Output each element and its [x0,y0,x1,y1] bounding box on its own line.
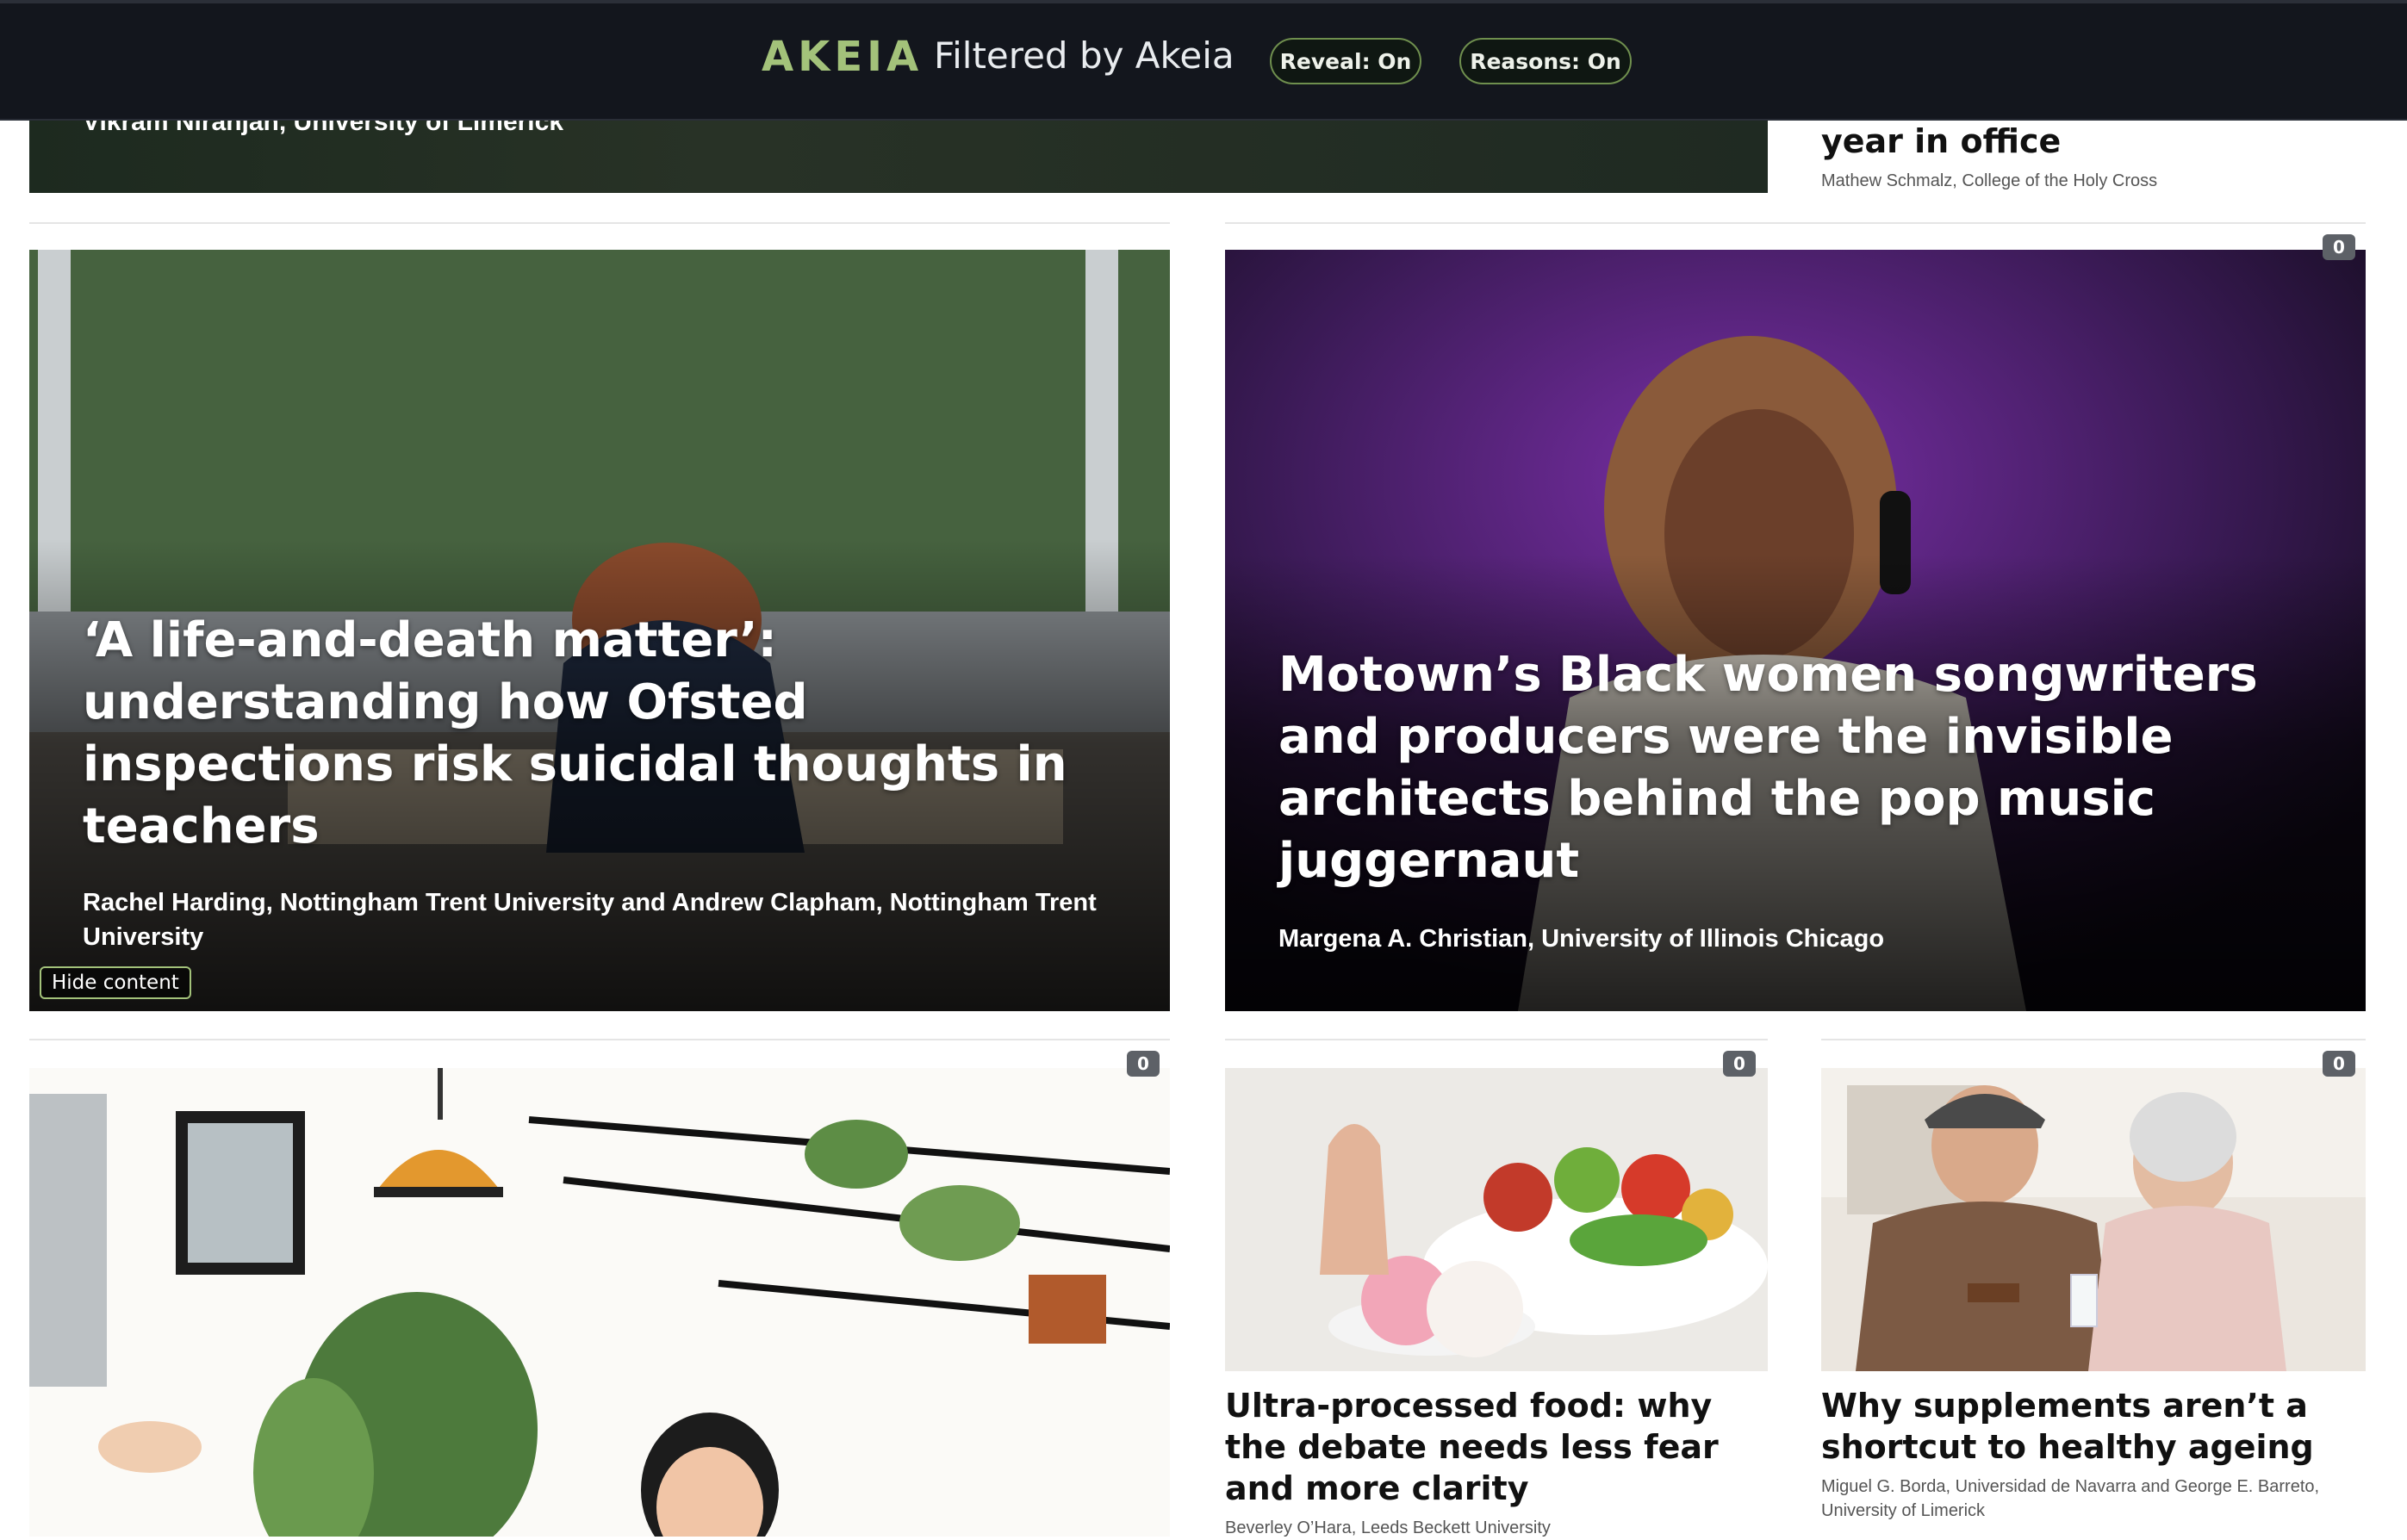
article-card-ofsted[interactable]: ‘A life-and-death matter’: understanding… [29,250,1170,1011]
article-author: Margena A. Christian, University of Illi… [1278,925,1885,953]
article-title[interactable]: Ultra-processed food: why the debate nee… [1225,1385,1768,1509]
elderly-couple-image [1821,1068,2366,1371]
akeia-filter-bar: AKEIA Filtered by Akeia Reveal: On Reaso… [0,0,2407,121]
article-card-illustration[interactable] [29,1068,1170,1537]
reasons-toggle-button[interactable]: Reasons: On [1459,38,1632,84]
article-title[interactable]: Why supplements aren’t a shortcut to hea… [1821,1385,2366,1468]
divider [1225,222,2366,224]
divider [1821,1039,2366,1040]
flag-count-badge: 0 [2323,1051,2355,1077]
divider [1225,1039,1768,1040]
partial-article-author: Mathew Schmalz, College of the Holy Cros… [1821,171,2158,190]
plants-illustration [29,1068,1170,1537]
article-image-food[interactable] [1225,1068,1768,1371]
filter-status-label: Filtered by Akeia [934,34,1235,77]
flag-count-badge: 0 [2323,234,2355,260]
divider [29,1039,1170,1040]
flag-count-badge: 0 [1127,1051,1160,1077]
image-gradient [1225,250,2366,1011]
article-author: Rachel Harding, Nottingham Trent Univers… [83,889,1097,951]
hide-content-button[interactable]: Hide content [40,966,191,999]
food-image [1225,1068,1768,1371]
article-card-motown[interactable]: Motown’s Black women songwriters and pro… [1225,250,2366,1011]
reveal-toggle-button[interactable]: Reveal: On [1270,38,1421,84]
article-title[interactable]: Motown’s Black women songwriters and pro… [1278,644,2347,892]
partial-article-title[interactable]: year in office [1821,121,2061,162]
article-title[interactable]: ‘A life-and-death matter’: understanding… [83,610,1125,858]
divider [29,222,1170,224]
flag-count-badge: 0 [1723,1051,1756,1077]
akeia-logo: AKEIA [762,33,924,81]
article-image-supplements[interactable] [1821,1068,2366,1371]
article-author: Miguel G. Borda, Universidad de Navarra … [1821,1477,2320,1520]
